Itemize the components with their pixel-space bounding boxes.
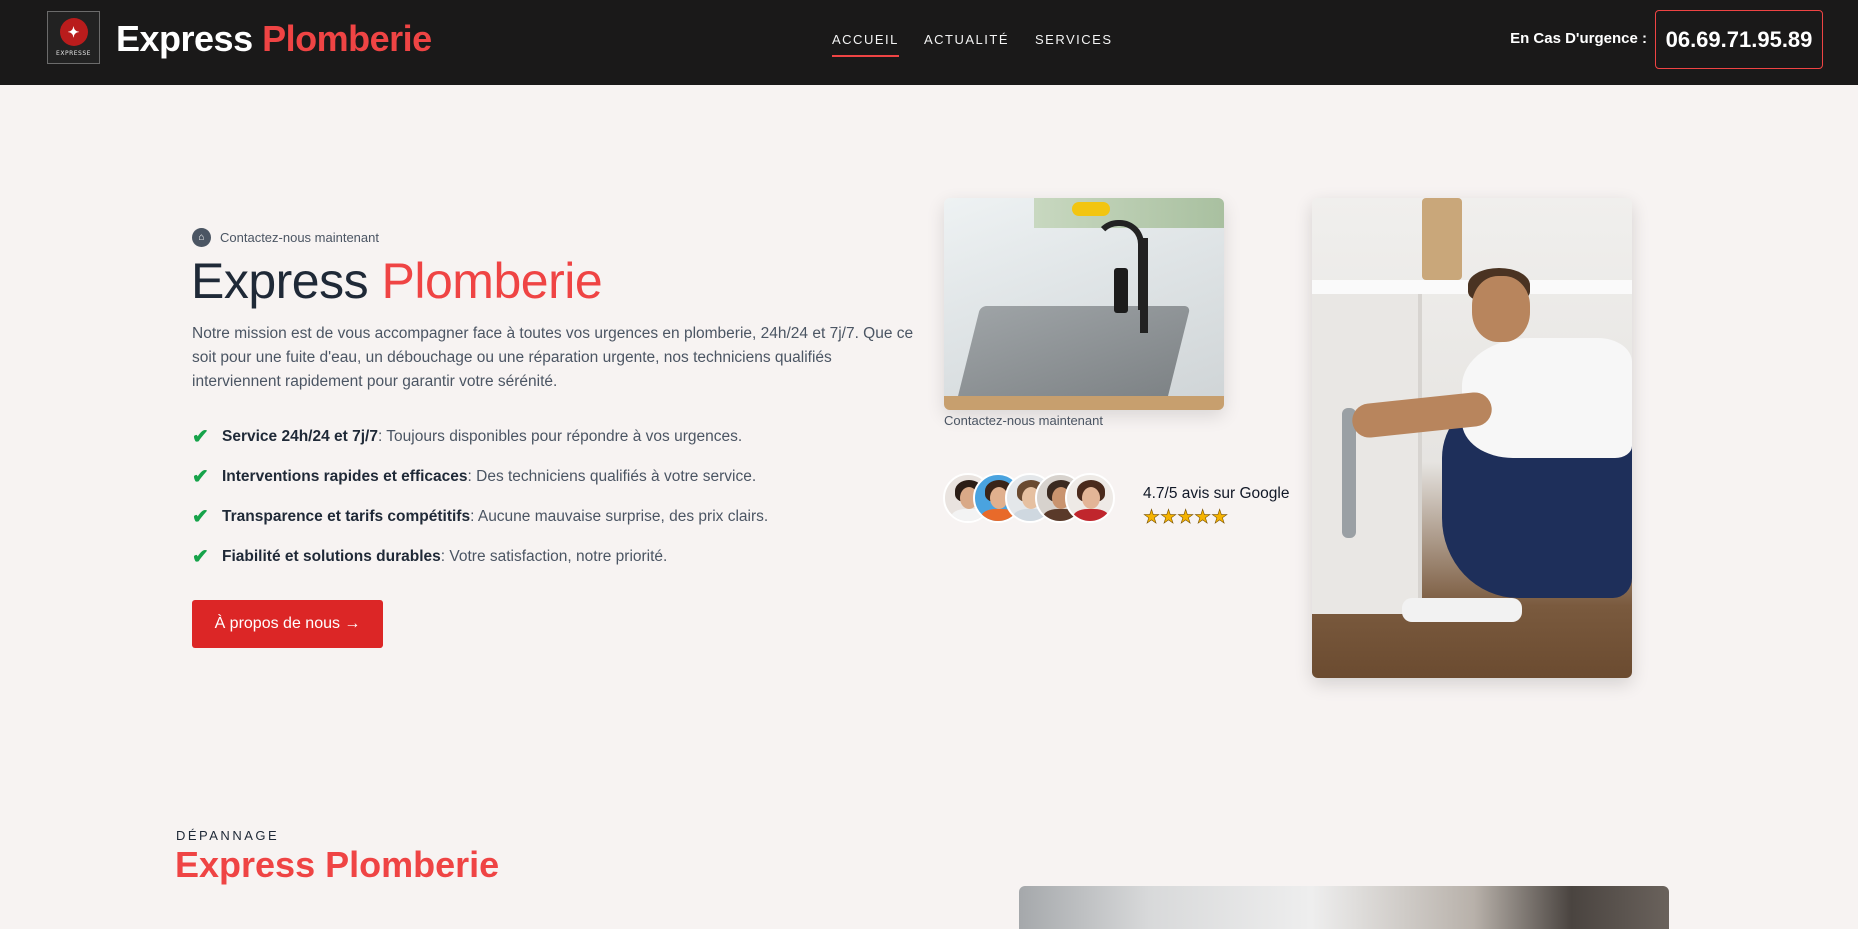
feature-bold: Transparence et tarifs compétitifs: [222, 508, 471, 525]
hero-title: Express Plomberie: [191, 252, 603, 310]
check-icon: ✔: [192, 506, 209, 528]
feature-item: ✔ Interventions rapides et efficaces: De…: [192, 457, 768, 497]
brand-name-accent: Plomberie: [262, 18, 432, 59]
logo-caption: EXPRESSE: [56, 50, 91, 57]
plumber-logo-icon: ✦: [59, 18, 88, 46]
feature-bold: Service 24h/24 et 7j/7: [222, 428, 378, 445]
star-rating-icon: ★★★★★: [1143, 507, 1229, 529]
section-eyebrow: DÉPANNAGE: [176, 828, 280, 843]
feature-item: ✔ Transparence et tarifs compétitifs: Au…: [192, 497, 768, 537]
contact-tag[interactable]: ⌂ Contactez-nous maintenant: [192, 228, 379, 247]
check-icon: ✔: [192, 546, 209, 568]
about-button[interactable]: À propos de nous →: [192, 600, 383, 648]
nav-services[interactable]: SERVICES: [1035, 32, 1113, 47]
hero-description: Notre mission est de vous accompagner fa…: [192, 325, 914, 390]
feature-list: ✔ Service 24h/24 et 7j/7: Toujours dispo…: [192, 417, 768, 577]
feature-bold: Interventions rapides et efficaces: [222, 468, 468, 485]
feature-item: ✔ Service 24h/24 et 7j/7: Toujours dispo…: [192, 417, 768, 457]
logo[interactable]: ✦ EXPRESSE: [47, 11, 100, 64]
cutting-board-shape: [1422, 198, 1462, 280]
soap-bottle-shape: [1114, 268, 1128, 313]
check-icon: ✔: [192, 426, 209, 448]
section-title: Express Plomberie: [175, 844, 500, 885]
head-shape: [1472, 276, 1530, 342]
floor-pipes-shape: [1402, 598, 1522, 622]
nav-actualite[interactable]: ACTUALITÉ: [924, 32, 1009, 47]
house-icon: ⌂: [192, 228, 211, 247]
counter-edge-shape: [944, 396, 1224, 410]
image-caption: Contactez-nous maintenant: [944, 413, 1103, 428]
phone-button[interactable]: 06.69.71.95.89: [1655, 10, 1823, 69]
feature-text: : Des techniciens qualifiés à votre serv…: [467, 468, 757, 485]
hero-title-accent: Plomberie: [381, 253, 603, 309]
brand-name-white: Express: [116, 18, 253, 59]
faucet-stem-shape: [1140, 238, 1148, 333]
feature-item: ✔ Fiabilité et solutions durables: Votre…: [192, 537, 768, 577]
urgence-label: En Cas D'urgence :: [1510, 30, 1647, 47]
plumber-image: [1312, 198, 1632, 678]
brand-name[interactable]: Express Plomberie: [116, 18, 432, 60]
nav-accueil[interactable]: ACCUEIL: [832, 32, 899, 57]
check-icon: ✔: [192, 466, 209, 488]
feature-text: : Votre satisfaction, notre priorité.: [440, 548, 668, 565]
lemons-shape: [1072, 202, 1110, 216]
sink-image: [944, 198, 1224, 410]
review-avatars: [943, 473, 1115, 523]
rating-text: 4.7/5 avis sur Google: [1143, 485, 1290, 502]
feature-text: : Toujours disponibles pour répondre à v…: [377, 428, 743, 445]
section-image: [1019, 886, 1669, 929]
sink-basin-shape: [955, 306, 1191, 406]
feature-bold: Fiabilité et solutions durables: [222, 548, 441, 565]
cabinet-shape: [1312, 294, 1422, 614]
hero-title-dark: Express: [191, 253, 369, 309]
contact-tag-label: Contactez-nous maintenant: [220, 230, 379, 245]
avatar: [1065, 473, 1115, 523]
feature-text: : Aucune mauvaise surprise, des prix cla…: [470, 508, 769, 525]
site-header: ✦ EXPRESSE Express Plomberie ACCUEIL ACT…: [0, 0, 1858, 85]
